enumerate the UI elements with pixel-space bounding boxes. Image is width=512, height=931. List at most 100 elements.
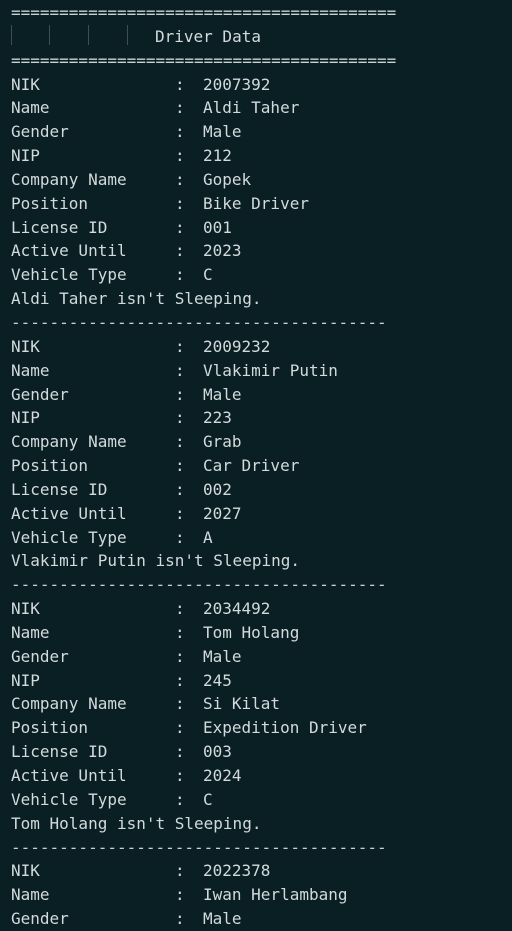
- field-value-company: Gopek: [203, 169, 252, 189]
- field-label-nik: NIK: [11, 74, 40, 94]
- field-label-license: License ID: [11, 217, 108, 237]
- field-colon: :: [175, 599, 185, 619]
- field-label-company: Company Name: [11, 432, 127, 452]
- field-value-vehicle: C: [203, 265, 213, 285]
- field-label-vehicle: Vehicle Type: [11, 265, 127, 285]
- field-label-position: Position: [11, 718, 89, 738]
- field-row-vehicle: Vehicle Type: C: [11, 263, 511, 287]
- field-colon: :: [175, 336, 185, 356]
- field-colon: :: [175, 146, 185, 166]
- field-label-position: Position: [11, 456, 89, 476]
- field-colon: :: [175, 360, 185, 380]
- field-row-nip: NIP:212: [11, 144, 511, 168]
- field-label-name: Name: [11, 360, 50, 380]
- field-value-company: Grab: [203, 432, 242, 452]
- field-label-gender: Gender: [11, 909, 69, 929]
- field-row-nik: NIK:2022378: [11, 859, 511, 883]
- field-value-name: Aldi Taher: [203, 98, 300, 118]
- field-value-name: Iwan Herlambang: [203, 885, 348, 905]
- field-colon: :: [175, 408, 185, 428]
- field-colon: :: [175, 169, 185, 189]
- field-label-name: Name: [11, 622, 50, 642]
- indent-guide: [49, 25, 50, 45]
- field-colon: :: [175, 74, 185, 94]
- field-row-license: License ID:003: [11, 740, 511, 764]
- field-value-active: 2024: [203, 766, 242, 785]
- field-colon: :: [175, 456, 185, 476]
- field-label-nik: NIK: [11, 599, 40, 619]
- field-label-active: Active Until: [11, 241, 127, 261]
- field-row-nip: NIP:245: [11, 669, 511, 693]
- field-label-gender: Gender: [11, 122, 69, 142]
- field-row-name: Name: Tom Holang: [11, 621, 511, 645]
- field-row-active: Active Until:2027: [11, 502, 511, 526]
- field-row-position: Position: Car Driver: [11, 454, 511, 478]
- field-value-license: 001: [203, 217, 232, 237]
- field-label-active: Active Until: [11, 766, 127, 785]
- header-separator-bottom: ========================================: [11, 50, 397, 70]
- field-row-vehicle: Vehicle Type: C: [11, 788, 511, 812]
- field-label-position: Position: [11, 193, 89, 213]
- record-divider: ---------------------------------------: [11, 575, 387, 595]
- field-colon: :: [175, 384, 185, 404]
- field-value-gender: Male: [203, 646, 242, 666]
- field-label-nik: NIK: [11, 861, 40, 881]
- record-divider: ---------------------------------------: [11, 837, 387, 857]
- field-colon: :: [175, 98, 185, 118]
- field-colon: :: [175, 885, 185, 905]
- field-colon: :: [175, 217, 185, 237]
- field-colon: :: [175, 193, 185, 213]
- field-value-vehicle: C: [203, 789, 213, 809]
- field-colon: :: [175, 479, 185, 499]
- field-row-company: Company Name: Si Kilat: [11, 692, 511, 716]
- field-label-license: License ID: [11, 742, 108, 762]
- record-divider: ---------------------------------------: [11, 312, 387, 332]
- indent-guide: [127, 25, 128, 45]
- field-value-nip: 212: [203, 146, 232, 166]
- field-row-gender: Gender: Male: [11, 907, 511, 931]
- field-row-name: Name: Vlakimir Putin: [11, 359, 511, 383]
- field-value-gender: Male: [203, 384, 242, 404]
- field-colon: :: [175, 122, 185, 142]
- field-row-active: Active Until:2024: [11, 764, 511, 788]
- field-value-license: 003: [203, 742, 232, 762]
- field-colon: :: [175, 742, 185, 762]
- field-colon: :: [175, 622, 185, 642]
- field-value-nip: 245: [203, 670, 232, 690]
- field-row-nik: NIK:2034492: [11, 597, 511, 621]
- field-value-vehicle: A: [203, 527, 213, 547]
- field-row-license: License ID:001: [11, 216, 511, 240]
- field-row-company: Company Name: Grab: [11, 430, 511, 454]
- field-value-nik: 2034492: [203, 599, 271, 619]
- field-row-active: Active Until:2023: [11, 239, 511, 263]
- driver-records: NIK:2007392 Name: Aldi Taher Gender: Male NIP…: [11, 73, 511, 931]
- field-row-company: Company Name: Gopek: [11, 168, 511, 192]
- field-value-position: Expedition Driver: [203, 718, 367, 738]
- field-colon: :: [175, 527, 185, 547]
- field-row-nip: NIP:223: [11, 406, 511, 430]
- header-separator-top: ========================================: [11, 3, 397, 22]
- field-label-nip: NIP: [11, 408, 40, 428]
- field-value-gender: Male: [203, 122, 242, 142]
- field-label-company: Company Name: [11, 694, 127, 714]
- field-colon: :: [175, 646, 185, 666]
- field-row-nik: NIK:2007392: [11, 73, 511, 97]
- field-label-nik: NIK: [11, 336, 40, 356]
- field-value-nik: 2007392: [203, 74, 271, 94]
- field-value-active: 2027: [203, 503, 242, 523]
- field-colon: :: [175, 670, 185, 690]
- field-value-company: Si Kilat: [203, 694, 281, 714]
- field-row-name: Name: Iwan Herlambang: [11, 883, 511, 907]
- field-label-gender: Gender: [11, 384, 69, 404]
- indent-guide: [88, 25, 89, 45]
- driver-status-line: Vlakimir Putin isn't Sleeping.: [11, 551, 300, 571]
- terminal-output: ========================================…: [11, 0, 511, 931]
- field-colon: :: [175, 718, 185, 738]
- field-value-active: 2023: [203, 241, 242, 261]
- field-label-gender: Gender: [11, 646, 69, 666]
- field-colon: :: [175, 766, 185, 785]
- field-row-gender: Gender: Male: [11, 120, 511, 144]
- field-label-vehicle: Vehicle Type: [11, 527, 127, 547]
- field-label-nip: NIP: [11, 146, 40, 166]
- field-colon: :: [175, 432, 185, 452]
